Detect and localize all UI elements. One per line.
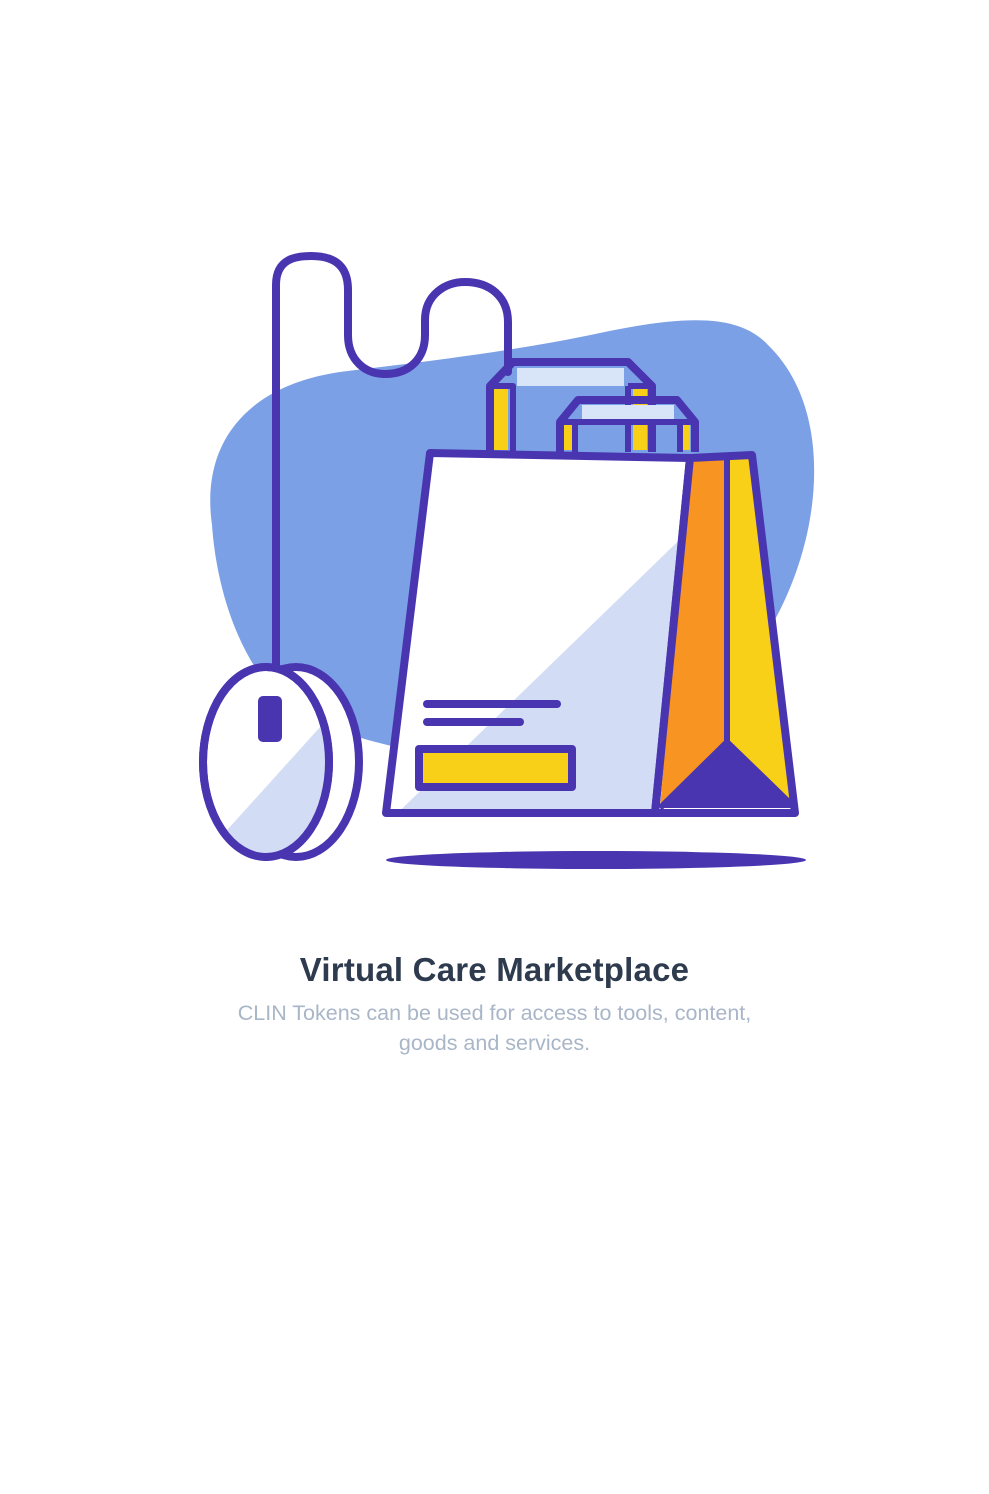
ground-shadow: [386, 851, 806, 869]
computer-mouse-icon: [199, 663, 363, 861]
onboarding-screen: Virtual Care Marketplace CLIN Tokens can…: [0, 0, 989, 1494]
page-subtitle: CLIN Tokens can be used for access to to…: [237, 1001, 752, 1055]
page-title: Virtual Care Marketplace: [299, 951, 690, 988]
onboarding-copy: Virtual Care Marketplace CLIN Tokens can…: [0, 948, 989, 1058]
marketplace-illustration: [199, 252, 815, 869]
